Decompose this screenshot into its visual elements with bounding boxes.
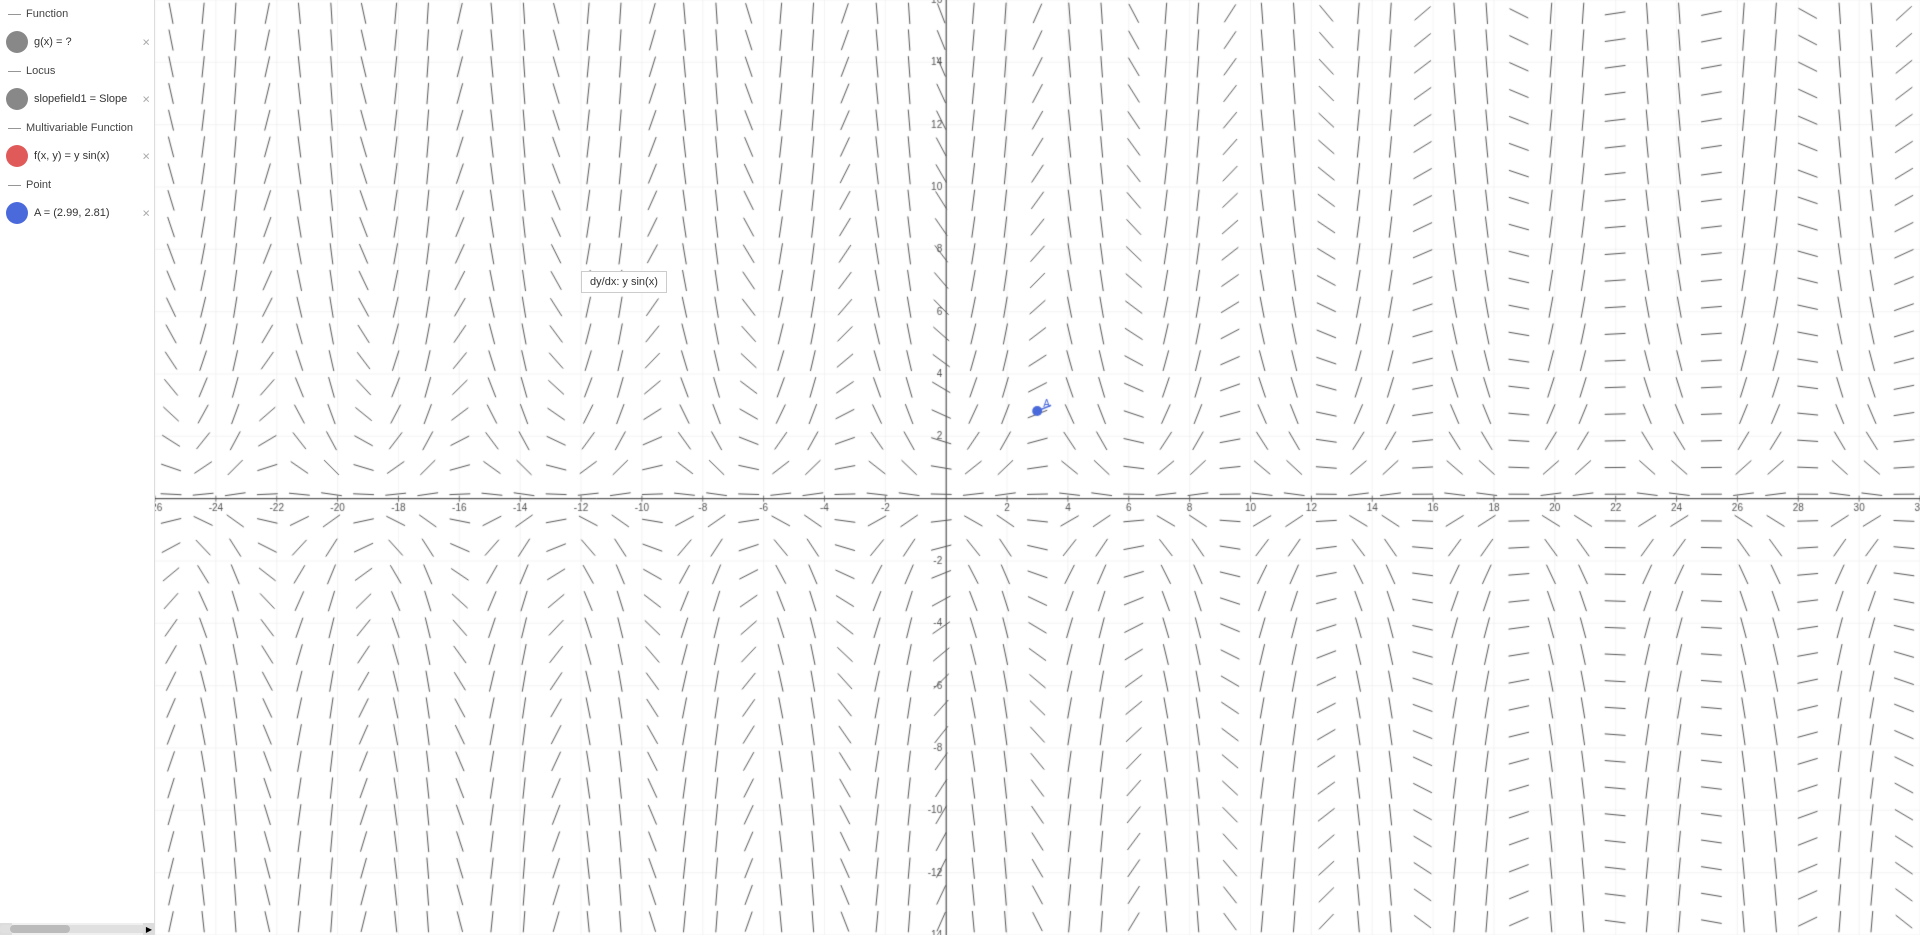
section-header-function[interactable]: — Function — [0, 0, 154, 27]
section-multivariable: — Multivariable Function f(x, y) = y sin… — [0, 114, 154, 171]
section-header-multivariable[interactable]: — Multivariable Function — [0, 114, 154, 141]
collapse-multivariable-icon: — — [8, 120, 21, 135]
point-item-A: A = (2.99, 2.81) × — [0, 198, 154, 228]
close-slopefield1-button[interactable]: × — [142, 93, 150, 106]
collapse-function-icon: — — [8, 6, 21, 21]
close-g-button[interactable]: × — [142, 36, 150, 49]
section-function-label: Function — [26, 8, 68, 20]
graph-area[interactable]: dy/dx: y sin(x) — [155, 0, 1920, 935]
section-point-label: Point — [26, 179, 51, 191]
section-point: — Point A = (2.99, 2.81) × — [0, 171, 154, 228]
scrollbar-thumb[interactable] — [10, 925, 70, 933]
section-locus: — Locus slopefield1 = Slope × — [0, 57, 154, 114]
function-label-g: g(x) = ? — [34, 36, 148, 48]
locus-item-slopefield1: slopefield1 = Slope × — [0, 84, 154, 114]
color-circle-g — [6, 31, 28, 53]
scrollbar-track — [0, 925, 155, 933]
multivariable-item-f: f(x, y) = y sin(x) × — [0, 141, 154, 171]
section-header-point[interactable]: — Point — [0, 171, 154, 198]
collapse-point-icon: — — [8, 177, 21, 192]
color-circle-slopefield1 — [6, 88, 28, 110]
color-circle-A — [6, 202, 28, 224]
close-f-button[interactable]: × — [142, 150, 150, 163]
locus-label-slopefield1: slopefield1 = Slope — [34, 93, 148, 105]
section-header-locus[interactable]: — Locus — [0, 57, 154, 84]
scroll-right-button[interactable]: ▶ — [143, 923, 155, 935]
sidebar: — Function g(x) = ? × — Locus slopefield… — [0, 0, 155, 935]
graph-canvas[interactable] — [155, 0, 1920, 935]
point-label-A: A = (2.99, 2.81) — [34, 207, 148, 219]
close-A-button[interactable]: × — [142, 207, 150, 220]
multivariable-label-f: f(x, y) = y sin(x) — [34, 150, 148, 162]
collapse-locus-icon: — — [8, 63, 21, 78]
section-function: — Function g(x) = ? × — [0, 0, 154, 57]
section-locus-label: Locus — [26, 65, 55, 77]
function-item-g: g(x) = ? × — [0, 27, 154, 57]
color-circle-f — [6, 145, 28, 167]
section-multivariable-label: Multivariable Function — [26, 122, 133, 134]
sidebar-scrollbar[interactable]: ◀ ▶ — [0, 923, 155, 935]
